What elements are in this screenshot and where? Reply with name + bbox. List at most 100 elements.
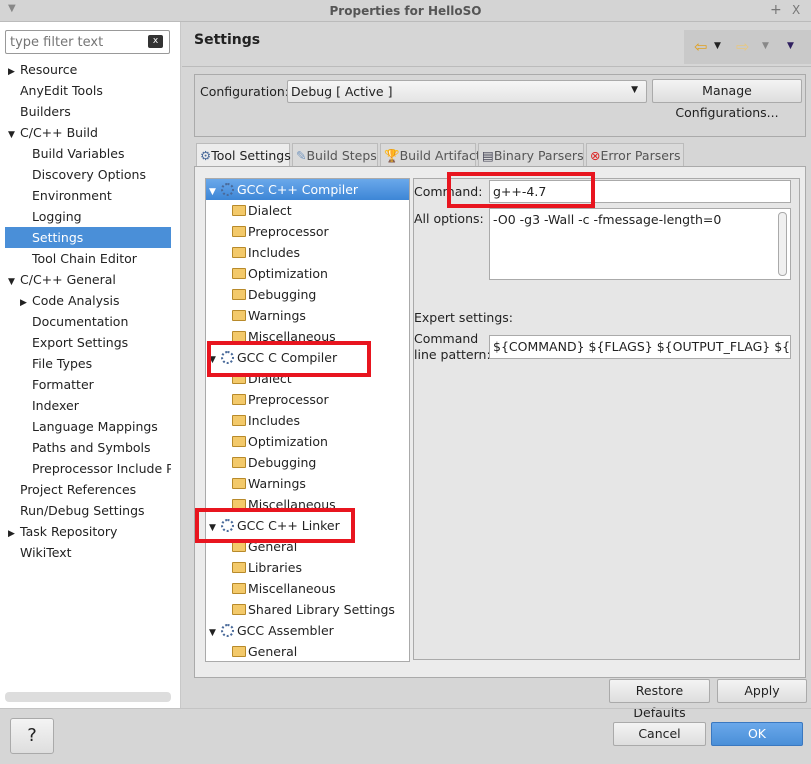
nav-item[interactable]: ▶ Resource bbox=[5, 59, 171, 80]
restore-defaults-button[interactable]: Restore Defaults bbox=[609, 679, 710, 720]
nav-item[interactable]: Project References bbox=[5, 479, 171, 500]
filter-input[interactable] bbox=[5, 30, 170, 54]
tool-node-label: Warnings bbox=[248, 476, 306, 491]
nav-item[interactable]: Run/Debug Settings bbox=[5, 500, 171, 521]
ok-button[interactable]: OK bbox=[711, 722, 803, 746]
command-line-pattern-input[interactable]: ${COMMAND} ${FLAGS} ${OUTPUT_FLAG} ${OUT… bbox=[489, 335, 791, 359]
back-menu-icon[interactable]: ▼ bbox=[714, 41, 721, 51]
build-artifact-icon: 🏆 bbox=[384, 148, 400, 163]
highlight-gcc-c-compiler bbox=[207, 341, 371, 377]
nav-item-label: Resource bbox=[20, 62, 78, 77]
tool-node-label: Debugging bbox=[248, 455, 317, 470]
expert-settings-label: Expert settings: bbox=[414, 310, 513, 325]
tool-option-node[interactable]: Warnings bbox=[232, 473, 306, 494]
tab-build-steps[interactable]: ✎Build Steps bbox=[292, 143, 378, 167]
nav-item[interactable]: Paths and Symbols bbox=[5, 437, 171, 458]
history-toolbar: ⇦ ▼ ⇨ ▼ ▼ bbox=[684, 30, 811, 64]
nav-item[interactable]: Settings bbox=[5, 227, 171, 248]
folder-icon bbox=[232, 247, 246, 258]
nav-item[interactable]: Formatter bbox=[5, 374, 171, 395]
nav-item[interactable]: Documentation bbox=[5, 311, 171, 332]
chevron-right-icon[interactable]: ▶ bbox=[8, 62, 20, 80]
tool-option-node[interactable]: General bbox=[232, 641, 297, 662]
tab-label: Build Artifact bbox=[399, 148, 481, 163]
window-menu-icon[interactable]: ▼ bbox=[8, 3, 16, 14]
tab-error-parsers[interactable]: ⊗Error Parsers bbox=[586, 143, 684, 167]
tool-option-node[interactable]: Shared Library Settings bbox=[232, 599, 395, 620]
error-parsers-icon: ⊗ bbox=[590, 148, 601, 163]
back-icon[interactable]: ⇦ bbox=[694, 37, 707, 56]
all-options-text[interactable]: -O0 -g3 -Wall -c -fmessage-length=0 bbox=[489, 208, 791, 280]
nav-item[interactable]: ▶ Task Repository bbox=[5, 521, 171, 542]
tab-tool-settings[interactable]: ⚙Tool Settings bbox=[196, 143, 291, 168]
nav-item[interactable]: ▼ C/C++ Build bbox=[5, 122, 171, 143]
nav-item[interactable]: Language Mappings bbox=[5, 416, 171, 437]
divider bbox=[182, 66, 811, 67]
tab-build-artifact[interactable]: 🏆Build Artifact bbox=[380, 143, 481, 167]
tool-option-node[interactable]: Warnings bbox=[232, 305, 306, 326]
nav-item[interactable]: Environment bbox=[5, 185, 171, 206]
tool-option-node[interactable]: Preprocessor bbox=[232, 389, 329, 410]
nav-item[interactable]: Indexer bbox=[5, 395, 171, 416]
nav-item[interactable]: Discovery Options bbox=[5, 164, 171, 185]
nav-item[interactable]: Logging bbox=[5, 206, 171, 227]
title-bar: Properties for HelloSO bbox=[0, 0, 811, 22]
tool-node-label: Libraries bbox=[248, 560, 302, 575]
tab-binary-parsers[interactable]: ▤Binary Parsers bbox=[478, 143, 584, 167]
pin-icon[interactable]: + bbox=[770, 2, 782, 18]
folder-icon bbox=[232, 289, 246, 300]
tool-node[interactable]: ▼ GCC Assembler bbox=[206, 620, 409, 641]
tool-option-node[interactable]: Libraries bbox=[232, 557, 302, 578]
tool-option-node[interactable]: Includes bbox=[232, 410, 300, 431]
tool-option-node[interactable]: Preprocessor bbox=[232, 221, 329, 242]
nav-item[interactable]: Tool Chain Editor bbox=[5, 248, 171, 269]
view-menu-icon[interactable]: ▼ bbox=[787, 41, 794, 51]
nav-item[interactable]: ▶ Code Analysis bbox=[5, 290, 171, 311]
nav-item[interactable]: Preprocessor Include Pat bbox=[5, 458, 171, 479]
tool-node-label: Preprocessor bbox=[248, 392, 329, 407]
cancel-button[interactable]: Cancel bbox=[613, 722, 706, 746]
manage-configurations-button[interactable]: Manage Configurations... bbox=[652, 79, 802, 120]
nav-item[interactable]: Build Variables bbox=[5, 143, 171, 164]
tool-option-node[interactable]: Optimization bbox=[232, 431, 328, 452]
clear-icon[interactable]: x bbox=[148, 35, 163, 48]
help-button[interactable]: ? bbox=[10, 718, 54, 754]
tool-node-label: Warnings bbox=[248, 308, 306, 323]
nav-item-label: Paths and Symbols bbox=[32, 440, 151, 455]
nav-item[interactable]: Export Settings bbox=[5, 332, 171, 353]
configuration-select[interactable]: Debug [ Active ] ▼ bbox=[287, 80, 647, 103]
folder-icon bbox=[232, 604, 246, 615]
tool-option-node[interactable]: Optimization bbox=[232, 263, 328, 284]
nav-item[interactable]: File Types bbox=[5, 353, 171, 374]
nav-item[interactable]: AnyEdit Tools bbox=[5, 80, 171, 101]
chevron-down-icon[interactable]: ▼ bbox=[209, 623, 221, 644]
nav-item-label: Export Settings bbox=[32, 335, 129, 350]
tool-option-node[interactable]: Dialect bbox=[232, 200, 292, 221]
nav-item[interactable]: ▼ C/C++ General bbox=[5, 269, 171, 290]
nav-item-label: Task Repository bbox=[20, 524, 118, 539]
chevron-right-icon[interactable]: ▶ bbox=[20, 293, 32, 311]
chevron-down-icon[interactable]: ▼ bbox=[8, 272, 20, 290]
nav-item-label: AnyEdit Tools bbox=[20, 83, 103, 98]
tool-option-node[interactable]: Debugging bbox=[232, 452, 316, 473]
forward-menu-icon[interactable]: ▼ bbox=[762, 41, 769, 51]
nav-item-label: Environment bbox=[32, 188, 112, 203]
nav-item-label: Settings bbox=[32, 230, 84, 245]
chevron-down-icon[interactable]: ▼ bbox=[209, 182, 221, 203]
tab-label: Error Parsers bbox=[600, 148, 681, 163]
tool-node[interactable]: ▼ GCC C++ Compiler bbox=[206, 179, 409, 200]
close-icon[interactable]: X bbox=[792, 3, 800, 17]
forward-icon[interactable]: ⇨ bbox=[736, 37, 749, 56]
horizontal-scrollbar[interactable] bbox=[5, 692, 171, 702]
chevron-down-icon[interactable]: ▼ bbox=[8, 125, 20, 143]
tool-option-node[interactable]: Debugging bbox=[232, 284, 316, 305]
nav-item[interactable]: Builders bbox=[5, 101, 171, 122]
nav-item-label: Preprocessor Include Pat bbox=[32, 461, 171, 476]
tool-option-node[interactable]: Miscellaneous bbox=[232, 578, 336, 599]
tool-option-node[interactable]: Includes bbox=[232, 242, 300, 263]
folder-icon bbox=[232, 562, 246, 573]
nav-item[interactable]: WikiText bbox=[5, 542, 171, 563]
chevron-right-icon[interactable]: ▶ bbox=[8, 524, 20, 542]
apply-button[interactable]: Apply bbox=[717, 679, 807, 703]
vertical-scrollbar[interactable] bbox=[778, 212, 787, 276]
